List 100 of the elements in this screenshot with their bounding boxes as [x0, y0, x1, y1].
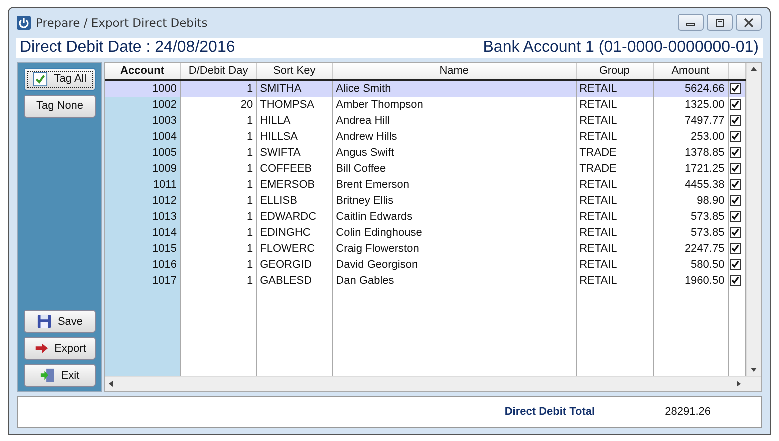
table-cell: EDINGHC — [256, 224, 333, 241]
checkbox[interactable] — [730, 211, 741, 222]
scroll-up-icon[interactable] — [751, 66, 757, 71]
table-cell: RETAIL — [576, 272, 654, 289]
checkbox[interactable] — [730, 115, 741, 126]
table-cell: Britney Ellis — [332, 192, 576, 209]
checkbox[interactable] — [730, 99, 741, 110]
table-cell: Amber Thompson — [332, 96, 576, 113]
maximize-button[interactable] — [707, 14, 733, 32]
table-cell: RETAIL — [576, 224, 654, 241]
table-cell: 253.00 — [653, 128, 728, 145]
tool-button[interactable]: Tag All — [24, 68, 96, 91]
scroll-left-icon[interactable] — [109, 381, 113, 388]
checkbox[interactable] — [730, 259, 741, 270]
table-cell: RETAIL — [576, 256, 654, 273]
total-value: 28291.26 — [665, 406, 711, 418]
table-row[interactable]: 1011 1 EMERSOB Brent Emerson RETAIL 4455.38 — [105, 176, 746, 193]
minimize-button[interactable] — [678, 14, 704, 32]
column-header[interactable]: Name — [332, 62, 576, 80]
checkbox[interactable] — [730, 227, 741, 238]
checkbox[interactable] — [730, 163, 741, 174]
table-cell: 573.85 — [653, 208, 728, 225]
table-cell: Andrew Hills — [332, 128, 576, 145]
table-cell: 1014 — [105, 224, 181, 241]
table-cell: 4455.38 — [653, 176, 728, 193]
direct-debit-date: Direct Debit Date : 24/08/2016 — [20, 38, 236, 57]
checkbox[interactable] — [730, 195, 741, 206]
table-cell: Andrea Hill — [332, 112, 576, 129]
table-cell: 1721.25 — [653, 160, 728, 177]
table-cell: GABLESD — [256, 272, 333, 289]
table-row[interactable]: 1015 1 FLOWERC Craig Flowerston RETAIL 2247.75 — [105, 240, 746, 257]
table-row[interactable]: 1016 1 GEORGID David Georgison RETAIL 580.50 — [105, 256, 746, 273]
table-cell: 573.85 — [653, 224, 728, 241]
maximize-icon — [715, 18, 725, 28]
table-row[interactable]: 1000 1 SMITHA Alice Smith RETAIL 5624.66 — [105, 80, 746, 97]
table-cell: 1 — [180, 160, 257, 177]
table-cell: 1017 — [105, 272, 181, 289]
table-cell: Angus Swift — [332, 144, 576, 161]
tool-button[interactable]: Exit — [24, 364, 96, 388]
table-row[interactable]: 1014 1 EDINGHC Colin Edinghouse RETAIL 573.85 — [105, 224, 746, 241]
table-cell: 7497.77 — [653, 112, 728, 129]
close-button[interactable] — [736, 14, 762, 32]
table-cell: 1013 — [105, 208, 181, 225]
door-exit-icon — [40, 368, 56, 384]
scroll-right-icon[interactable] — [737, 381, 741, 388]
table-cell: 1004 — [105, 128, 181, 145]
table-row[interactable]: 1003 1 HILLA Andrea Hill RETAIL 7497.77 — [105, 112, 746, 129]
table-cell: 1011 — [105, 176, 181, 193]
checkbox[interactable] — [730, 147, 741, 158]
table-row[interactable]: 1002 20 THOMPSA Amber Thompson RETAIL 1325.00 — [105, 96, 746, 113]
tool-button[interactable]: Save — [24, 310, 96, 334]
column-header[interactable]: D/Debit Day — [180, 62, 257, 80]
table-cell: 1002 — [105, 96, 181, 113]
table-cell: 1 — [180, 112, 257, 129]
check-icon — [33, 72, 48, 87]
table-cell: EMERSOB — [256, 176, 333, 193]
table-cell: 580.50 — [653, 256, 728, 273]
table-cell: HILLSA — [256, 128, 333, 145]
table-cell: RETAIL — [576, 176, 654, 193]
table-row[interactable]: 1004 1 HILLSA Andrew Hills RETAIL 253.00 — [105, 128, 746, 145]
table-row[interactable]: 1005 1 SWIFTA Angus Swift TRADE 1378.85 — [105, 144, 746, 161]
checkbox[interactable] — [730, 83, 741, 94]
table-cell: Dan Gables — [332, 272, 576, 289]
table-cell: SWIFTA — [256, 144, 333, 161]
column-header[interactable]: Account — [105, 62, 181, 80]
scroll-down-icon[interactable] — [751, 368, 757, 372]
column-header[interactable]: Amount — [653, 62, 728, 80]
table-cell: 98.90 — [653, 192, 728, 209]
table-cell: RETAIL — [576, 112, 654, 129]
bank-account: Bank Account 1 (01-0000-0000000-01) — [483, 38, 759, 57]
checkbox[interactable] — [730, 179, 741, 190]
table-cell: 1003 — [105, 112, 181, 129]
table-cell: 1378.85 — [653, 144, 728, 161]
checkbox[interactable] — [730, 243, 741, 254]
table-cell: 1009 — [105, 160, 181, 177]
table-cell: TRADE — [576, 144, 654, 161]
table-cell: Colin Edinghouse — [332, 224, 576, 241]
column-header[interactable]: Sort Key — [256, 62, 333, 80]
table-cell: THOMPSA — [256, 96, 333, 113]
table-cell: 1005 — [105, 144, 181, 161]
horizontal-scrollbar[interactable] — [105, 376, 761, 392]
table-row[interactable]: 1012 1 ELLISB Britney Ellis RETAIL 98.90 — [105, 192, 746, 209]
checkbox[interactable] — [730, 275, 741, 286]
table-row[interactable]: 1013 1 EDWARDC Caitlin Edwards RETAIL 573.85 — [105, 208, 746, 225]
tool-button[interactable]: Tag None — [24, 94, 96, 118]
table-cell: HILLA — [256, 112, 333, 129]
table-cell: FLOWERC — [256, 240, 333, 257]
table-cell: 1 — [180, 144, 257, 161]
table-cell: COFFEEB — [256, 160, 333, 177]
table-cell: 1015 — [105, 240, 181, 257]
table-cell: David Georgison — [332, 256, 576, 273]
table-row[interactable]: 1017 1 GABLESD Dan Gables RETAIL 1960.50 — [105, 272, 746, 289]
table-row[interactable]: 1009 1 COFFEEB Bill Coffee TRADE 1721.25 — [105, 160, 746, 177]
table-cell: 1 — [180, 208, 257, 225]
vertical-scrollbar[interactable] — [746, 62, 761, 376]
table-cell: RETAIL — [576, 96, 654, 113]
table-cell: 2247.75 — [653, 240, 728, 257]
column-header[interactable]: Group — [576, 62, 654, 80]
tool-button[interactable]: Export — [24, 337, 96, 360]
checkbox[interactable] — [730, 131, 741, 142]
